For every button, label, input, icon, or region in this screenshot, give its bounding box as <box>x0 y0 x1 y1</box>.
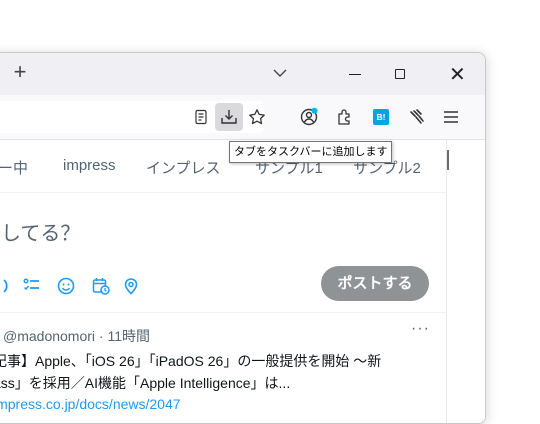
tweet-time[interactable]: 11時間 <box>107 328 150 344</box>
tweet-separator: · <box>98 328 104 344</box>
tweet-text-line: 記事】Apple、「iOS 26」「iPadOS 26」の一般提供を開始 ～新 <box>0 353 382 369</box>
close-button[interactable]: ✕ <box>449 62 466 87</box>
post-button[interactable]: ポストする <box>321 266 429 301</box>
chevron-down-icon <box>273 69 287 77</box>
reader-view-icon <box>195 109 207 125</box>
poll-icon[interactable] <box>23 277 41 295</box>
tooltip: タブをタスクバーに追加します <box>229 141 393 163</box>
new-tab-button[interactable]: + <box>8 59 32 85</box>
extensions-icon <box>338 109 350 125</box>
reader-view-button[interactable] <box>187 103 215 131</box>
titlebar: + ✕ <box>0 53 485 95</box>
maximize-button[interactable] <box>395 69 405 79</box>
bookmark-star-icon <box>249 109 265 125</box>
hatena-bookmark-button[interactable]: B! <box>367 103 395 131</box>
divider <box>0 312 447 313</box>
tweet-link[interactable]: impress.co.jp/docs/news/2047 <box>0 396 181 412</box>
tweet-handle[interactable]: @madonomori <box>3 328 95 344</box>
page-content: ー中 impress インプレス サンプル1 サンプル2 してる？ ポストする … <box>0 140 485 423</box>
bookmark-button[interactable] <box>243 103 271 131</box>
emoji-icon[interactable] <box>57 277 75 295</box>
add-tab-to-taskbar-button[interactable] <box>215 103 243 131</box>
tab-impress[interactable]: impress <box>63 157 116 174</box>
tweet-header: @madonomori · 11時間 <box>3 326 150 346</box>
schedule-icon[interactable] <box>92 277 110 295</box>
gif-icon[interactable] <box>0 277 16 295</box>
extension-button[interactable] <box>403 103 431 131</box>
extensions-button[interactable] <box>331 103 359 131</box>
scroll-thumb[interactable] <box>447 150 449 170</box>
account-icon <box>300 107 318 126</box>
hatena-bookmark-icon: B! <box>373 109 389 125</box>
tab-list-button[interactable] <box>273 65 287 83</box>
download-to-taskbar-icon <box>221 110 237 124</box>
tweet-text-line: ass」を採用／AI機能「Apple Intelligence」は... <box>0 375 291 391</box>
more-options-icon[interactable]: ··· <box>411 320 430 338</box>
app-menu-button[interactable] <box>437 103 465 131</box>
account-button[interactable] <box>295 103 323 131</box>
scrollbar[interactable] <box>446 140 485 423</box>
tab-impress-jp[interactable]: インプレス <box>146 157 221 178</box>
compose-input[interactable]: してる？ <box>1 217 80 246</box>
extension-icon <box>410 109 424 124</box>
browser-window: + ✕ B! ー中 impress インプレス サンプル1 サンプル2 してる？… <box>0 52 486 424</box>
toolbar: B! <box>0 95 485 140</box>
minimize-button[interactable] <box>349 74 361 75</box>
location-icon[interactable] <box>122 277 140 295</box>
tab-list-item[interactable]: ー中 <box>0 157 28 178</box>
menu-icon <box>444 111 458 123</box>
